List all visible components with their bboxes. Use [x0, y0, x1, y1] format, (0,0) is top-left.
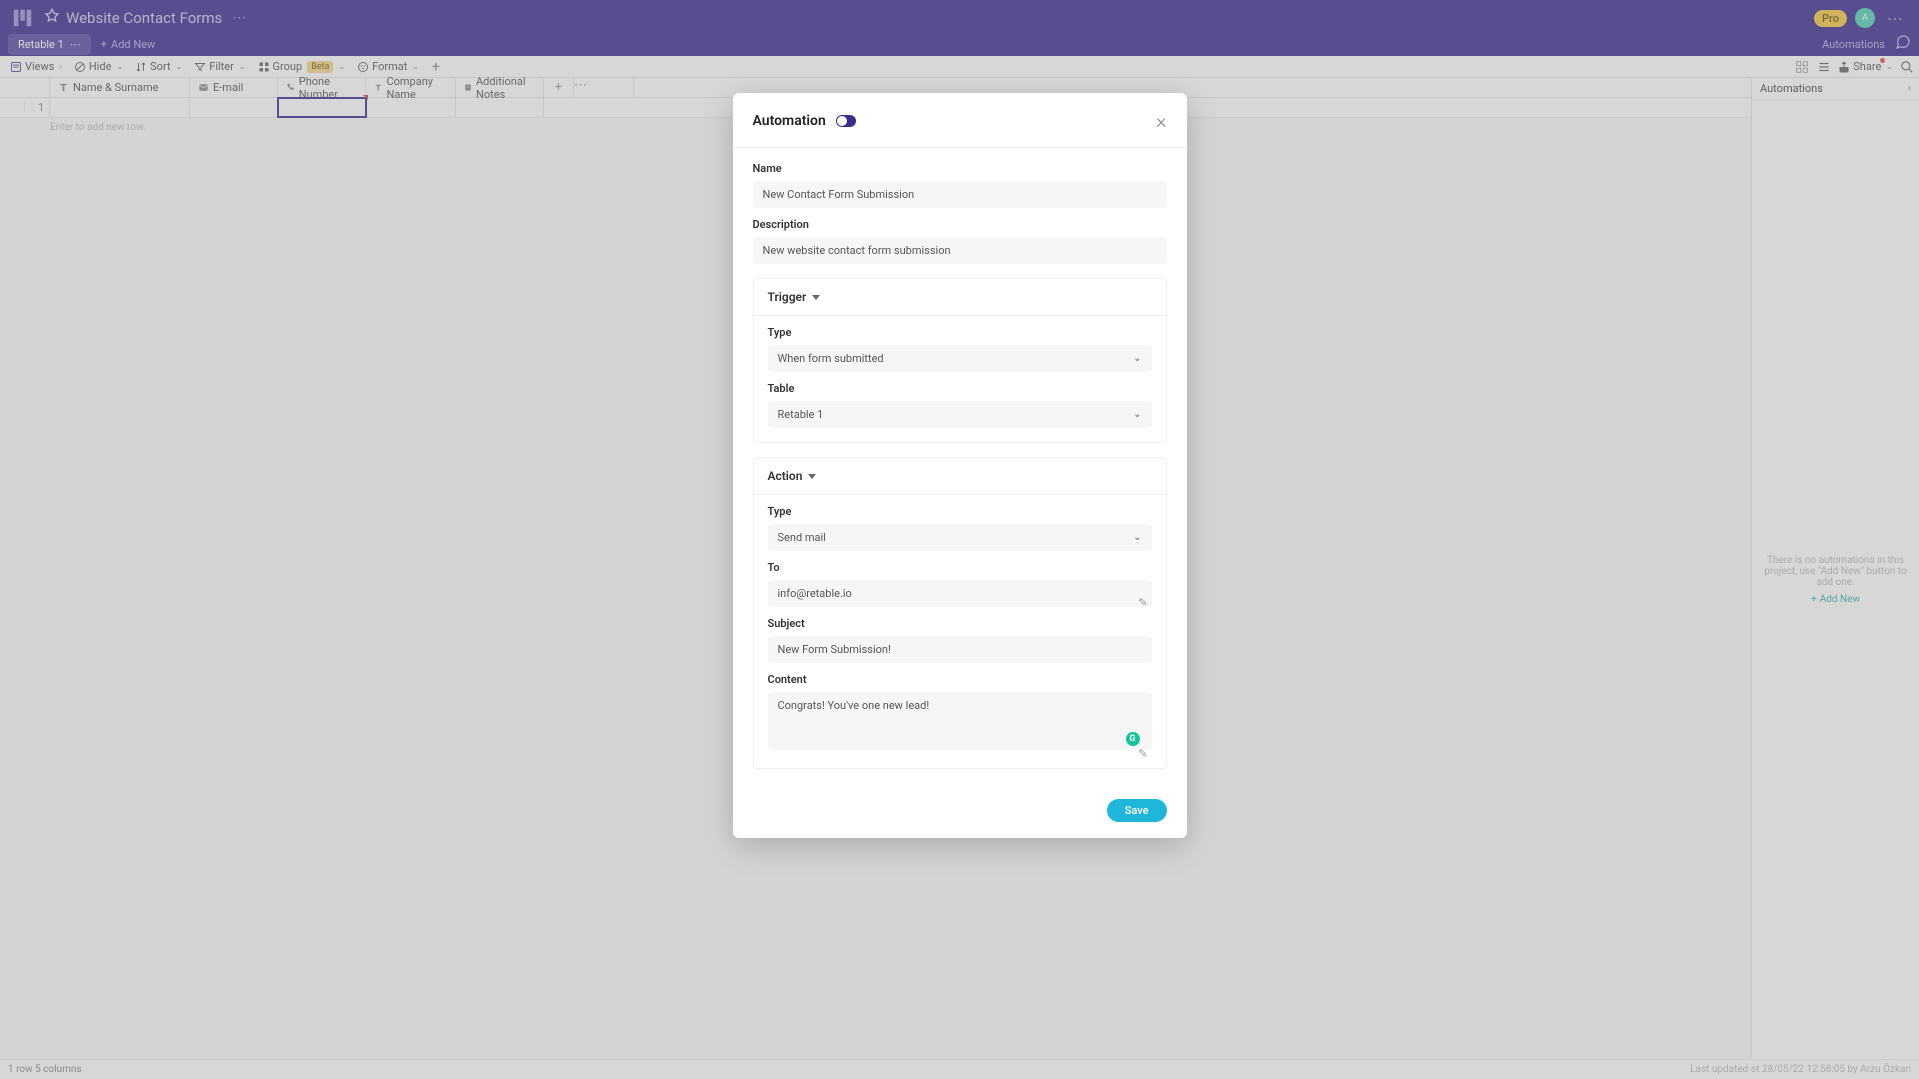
content-label: Content	[768, 673, 1152, 686]
modal-overlay[interactable]: Automation × Name Description Trigger Ty…	[0, 0, 1919, 1079]
action-type-select[interactable]: Send mail ⌄	[768, 524, 1152, 551]
name-input[interactable]	[753, 181, 1167, 208]
description-input[interactable]	[753, 237, 1167, 264]
modal-footer: Save	[733, 787, 1187, 838]
to-input[interactable]	[768, 580, 1152, 607]
subject-input[interactable]	[768, 636, 1152, 663]
action-section: Action Type Send mail ⌄ To ✎ Subject	[753, 457, 1167, 769]
modal-title: Automation	[753, 113, 826, 129]
trigger-section: Trigger Type When form submitted ⌄ Table…	[753, 278, 1167, 443]
action-header[interactable]: Action	[754, 458, 1166, 495]
edit-pencil-icon[interactable]: ✎	[1138, 596, 1147, 609]
trigger-type-label: Type	[768, 326, 1152, 339]
automation-modal: Automation × Name Description Trigger Ty…	[733, 93, 1187, 838]
chevron-down-icon: ⌄	[1133, 532, 1141, 543]
trigger-table-select[interactable]: Retable 1 ⌄	[768, 401, 1152, 428]
action-type-label: Type	[768, 505, 1152, 518]
select-value: When form submitted	[778, 352, 884, 365]
content-textarea[interactable]	[768, 692, 1152, 750]
trigger-table-label: Table	[768, 382, 1152, 395]
chevron-down-icon: ⌄	[1133, 353, 1141, 364]
select-value: Retable 1	[778, 408, 824, 421]
close-icon[interactable]: ×	[1156, 109, 1166, 133]
subject-label: Subject	[768, 617, 1152, 630]
trigger-label: Trigger	[768, 290, 807, 304]
grammarly-icon[interactable]: G	[1126, 732, 1140, 746]
triangle-down-icon	[808, 474, 816, 479]
triangle-down-icon	[812, 295, 820, 300]
name-label: Name	[753, 162, 1167, 175]
automation-toggle[interactable]	[836, 115, 856, 127]
select-value: Send mail	[778, 531, 826, 544]
modal-header: Automation ×	[733, 93, 1187, 148]
trigger-header[interactable]: Trigger	[754, 279, 1166, 316]
trigger-type-select[interactable]: When form submitted ⌄	[768, 345, 1152, 372]
save-button[interactable]: Save	[1107, 799, 1167, 822]
to-label: To	[768, 561, 1152, 574]
action-label: Action	[768, 469, 803, 483]
edit-pencil-icon[interactable]: ✎	[1138, 747, 1147, 760]
chevron-down-icon: ⌄	[1133, 409, 1141, 420]
description-label: Description	[753, 218, 1167, 231]
